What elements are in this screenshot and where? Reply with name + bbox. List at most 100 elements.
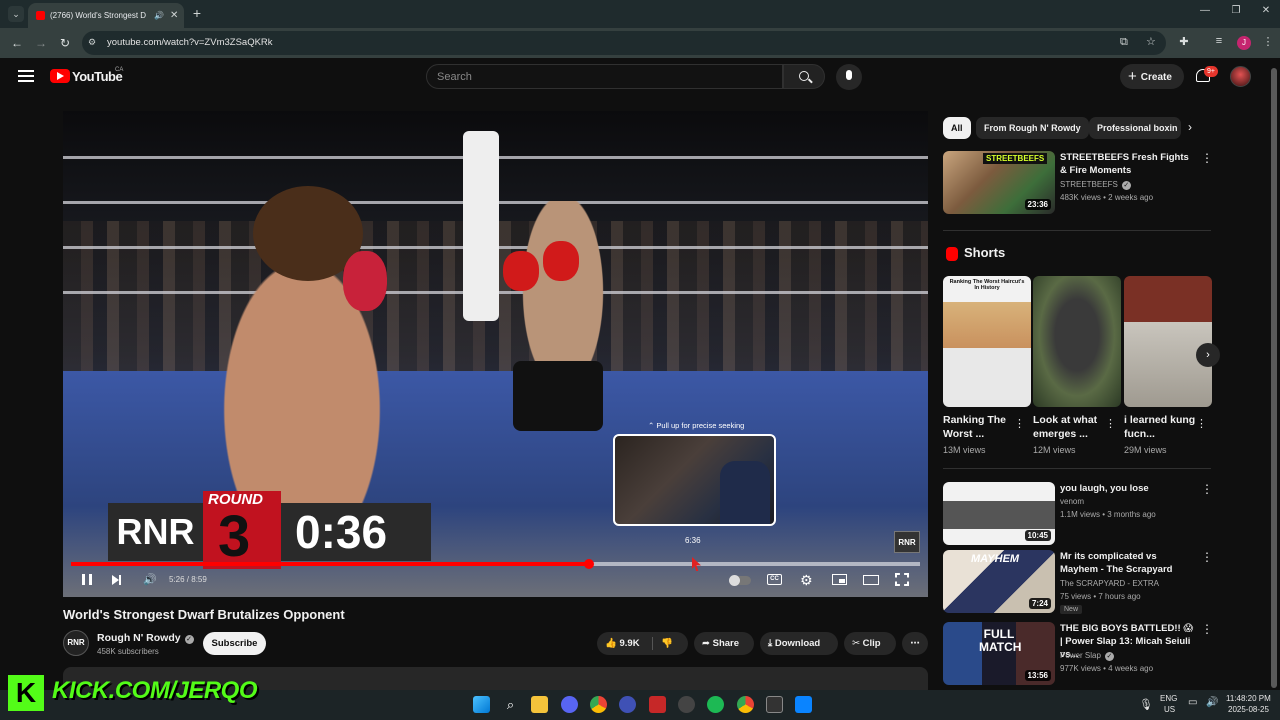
download-button[interactable]: ⤓ Download <box>760 632 838 655</box>
video-thumbnail[interactable]: MAYHEM 7:24 <box>943 550 1055 613</box>
short-thumbnail[interactable] <box>1124 276 1212 407</box>
share-button[interactable]: ➦ Share <box>694 632 754 655</box>
more-options-icon[interactable]: ⋮ <box>1201 151 1213 165</box>
back-button[interactable]: ← <box>9 35 25 51</box>
short-thumbnail[interactable]: Ranking The Worst Haircut's In History <box>943 276 1031 407</box>
browser-tab-youtube[interactable]: (2766) World's Strongest D 🔊 ✕ <box>28 3 184 28</box>
channel-name-row[interactable]: STREETBEEFS ✓ <box>1060 180 1131 190</box>
file-explorer-icon[interactable] <box>531 696 548 713</box>
hamburger-menu-icon[interactable] <box>18 70 34 82</box>
account-avatar[interactable] <box>1230 66 1251 87</box>
address-bar[interactable]: ⚙ youtube.com/watch?v=ZVm3ZSaQKRk ⧉ ☆ <box>82 31 1166 55</box>
minimize-button[interactable]: — <box>1198 5 1212 16</box>
chip-all[interactable]: All <box>943 117 971 139</box>
miniplayer-icon[interactable] <box>832 574 847 585</box>
search-input[interactable] <box>427 65 782 88</box>
recommended-video[interactable]: 10:45 you laugh, you lose venom 1.1M vie… <box>943 482 1213 546</box>
bookmark-star-icon[interactable]: ☆ <box>1146 35 1156 48</box>
network-icon[interactable]: ▭ <box>1188 697 1197 708</box>
theater-mode-icon[interactable] <box>863 575 879 585</box>
chips-next-chevron-icon[interactable]: › <box>1188 120 1192 134</box>
video-thumbnail[interactable]: STREETBEEFS 23:36 <box>943 151 1055 214</box>
channel-name-row[interactable]: Rough N' Rowdy ✓ <box>97 632 194 644</box>
obs-replay-icon[interactable] <box>649 696 666 713</box>
recommended-video[interactable]: STREETBEEFS 23:36 STREETBEEFS Fresh Figh… <box>943 151 1213 215</box>
tab-search-button[interactable]: ⌄ <box>8 6 24 22</box>
page-scrollbar[interactable] <box>1268 58 1280 690</box>
next-video-icon[interactable] <box>112 575 121 585</box>
volume-tray-icon[interactable]: 🔊 <box>1206 697 1218 708</box>
chrome-active-icon[interactable] <box>737 696 754 713</box>
voice-search-mic-icon[interactable] <box>836 64 862 90</box>
more-options-icon[interactable]: ⋮ <box>1105 417 1116 430</box>
more-actions-button[interactable]: ⋯ <box>902 632 928 655</box>
progress-bar[interactable] <box>71 562 920 566</box>
browser-menu-icon[interactable]: ⋮ <box>1260 35 1276 48</box>
input-region[interactable]: US <box>1164 705 1175 714</box>
recommended-video[interactable]: FULL MATCH 13:56 THE BIG BOYS BATTLED!! … <box>943 622 1213 686</box>
channel-avatar[interactable]: RNR <box>63 630 89 656</box>
more-options-icon[interactable]: ⋮ <box>1201 482 1213 496</box>
clock-date[interactable]: 2025-08-25 <box>1228 705 1269 714</box>
maximize-button[interactable]: ❐ <box>1229 5 1243 16</box>
youtube-logo-icon[interactable] <box>50 69 70 83</box>
media-control-icon[interactable]: ≡ <box>1211 35 1227 47</box>
scrollbar-thumb[interactable] <box>1271 68 1277 688</box>
short-title[interactable]: Look at what emerges ... <box>1033 413 1105 441</box>
search-box[interactable] <box>426 64 783 89</box>
reload-button[interactable]: ↻ <box>57 35 73 51</box>
create-button[interactable]: + Create <box>1120 64 1184 89</box>
spotify-icon[interactable] <box>707 696 724 713</box>
pause-icon[interactable] <box>82 574 92 585</box>
site-info-icon[interactable]: ⚙ <box>88 37 100 49</box>
autoplay-toggle[interactable] <box>729 575 751 586</box>
tab-close-icon[interactable]: ✕ <box>170 10 178 21</box>
input-language[interactable]: ENG <box>1160 694 1177 703</box>
short-thumbnail[interactable] <box>1033 276 1121 407</box>
channel-name[interactable]: venom <box>1060 497 1084 506</box>
video-title[interactable]: Mr its complicated vs Mayhem - The Scrap… <box>1060 550 1196 576</box>
channel-name[interactable]: The SCRAPYARD - EXTRA <box>1060 579 1159 588</box>
forward-button[interactable]: → <box>33 35 49 51</box>
profile-avatar[interactable]: J <box>1237 36 1251 50</box>
subscribe-button[interactable]: Subscribe <box>203 632 266 655</box>
url-text[interactable]: youtube.com/watch?v=ZVm3ZSaQKRk <box>107 37 273 48</box>
clip-button[interactable]: ✂ Clip <box>844 632 896 655</box>
extensions-icon[interactable]: ✚ <box>1176 35 1192 48</box>
new-tab-button[interactable]: + <box>190 6 204 20</box>
discord-icon[interactable] <box>561 696 578 713</box>
captions-icon[interactable]: CC <box>767 574 782 585</box>
video-title[interactable]: you laugh, you lose <box>1060 482 1196 495</box>
terminal-icon[interactable] <box>766 696 783 713</box>
more-options-icon[interactable]: ⋮ <box>1196 417 1207 430</box>
more-options-icon[interactable]: ⋮ <box>1201 622 1213 636</box>
more-options-icon[interactable]: ⋮ <box>1014 417 1025 430</box>
channel-name[interactable]: Power Slap <box>1060 651 1101 660</box>
short-title[interactable]: Ranking The Worst ... <box>943 413 1015 441</box>
scrubber-handle[interactable] <box>583 559 594 569</box>
microphone-tray-icon[interactable]: 🎙 <box>1139 698 1153 711</box>
recommended-video[interactable]: MAYHEM 7:24 Mr its complicated vs Mayhem… <box>943 550 1213 614</box>
video-thumbnail[interactable]: FULL MATCH 13:56 <box>943 622 1055 685</box>
tab-audio-icon[interactable]: 🔊 <box>154 11 164 20</box>
video-thumbnail[interactable]: 10:45 <box>943 482 1055 545</box>
like-button[interactable]: 👍 9.9K <box>605 632 640 655</box>
install-app-icon[interactable]: ⧉ <box>1120 36 1128 49</box>
taskbar-search-icon[interactable]: ⌕ <box>502 696 519 713</box>
channel-name[interactable]: STREETBEEFS <box>1060 180 1118 189</box>
chip-professional-boxing[interactable]: Professional boxin <box>1089 117 1181 139</box>
channel-watermark[interactable]: RNR <box>894 531 920 553</box>
window-close-button[interactable]: ✕ <box>1259 5 1273 16</box>
chip-from-channel[interactable]: From Rough N' Rowdy <box>976 117 1089 139</box>
video-title[interactable]: STREETBEEFS Fresh Fights & Fire Moments <box>1060 151 1196 177</box>
video-player[interactable]: RNR ROUND 3 0:36 RNR ⌃ Pull up for preci… <box>63 111 928 597</box>
app-window-icon[interactable] <box>795 696 812 713</box>
settings-gear-icon[interactable]: ⚙ <box>800 573 813 587</box>
app-icon[interactable] <box>619 696 636 713</box>
short-title[interactable]: i learned kung fucn... <box>1124 413 1196 441</box>
obs-icon[interactable] <box>678 696 695 713</box>
volume-icon[interactable]: 🔊 <box>143 574 157 586</box>
dislike-button[interactable]: 👎 <box>661 632 673 655</box>
channel-name[interactable]: Rough N' Rowdy <box>97 632 181 644</box>
channel-name-row[interactable]: Power Slap ✓ <box>1060 651 1114 661</box>
